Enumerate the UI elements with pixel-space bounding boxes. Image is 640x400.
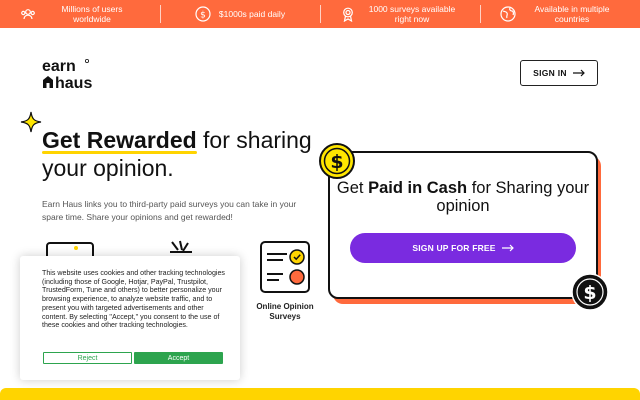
info-paid: $ $1000s paid daily: [160, 0, 320, 28]
sparkle-icon: [20, 111, 42, 133]
globe-icon: [500, 6, 516, 22]
earnhaus-logo[interactable]: earn haus: [42, 58, 106, 92]
survey-checklist-icon: [260, 241, 310, 293]
hero-headline: Get Rewarded for sharing your opinion.: [42, 126, 322, 182]
card-title-pre: Get: [336, 179, 369, 197]
feature-label-surveys: Online Opinion Surveys: [256, 302, 314, 321]
sign-up-free-button[interactable]: SIGN UP FOR FREE: [350, 233, 576, 263]
info-users-text: Millions of users worldwide: [61, 4, 123, 24]
card-title: Get Paid in Cash for Sharing your opinio…: [330, 179, 596, 215]
info-paid-text: $1000s paid daily: [218, 9, 286, 19]
arrow-right-icon: [572, 69, 585, 77]
info-countries-text: Available in multiple countries: [534, 4, 610, 24]
info-countries: Available in multiple countries: [480, 0, 640, 28]
dollar-coin-icon: $: [319, 143, 355, 179]
info-users: Millions of users worldwide: [0, 0, 160, 28]
svg-text:$: $: [583, 282, 596, 304]
sign-in-label: SIGN IN: [533, 68, 567, 78]
logo-line1: earn: [42, 58, 76, 75]
info-surveys: 1000 surveys available right now: [320, 0, 480, 28]
dollar-coin-dark-icon: $: [571, 273, 609, 311]
headline-bold: Get Rewarded: [42, 127, 197, 153]
reject-button[interactable]: Reject: [43, 352, 132, 364]
svg-text:$: $: [330, 151, 343, 173]
users-icon: [21, 9, 35, 20]
logo-line2: haus: [55, 75, 92, 90]
cookie-consent-banner: This website uses cookies and other trac…: [20, 256, 240, 380]
cta-label: SIGN UP FOR FREE: [412, 243, 496, 253]
logo-mark: earn haus: [42, 58, 92, 92]
info-surveys-text: 1000 surveys available right now: [368, 4, 456, 24]
card-title-bold: Paid in Cash: [368, 179, 468, 197]
accept-button[interactable]: Accept: [134, 352, 223, 364]
cookie-text: This website uses cookies and other trac…: [42, 269, 225, 330]
dollar-coin-icon: $: [195, 6, 211, 22]
signup-card: Get Paid in Cash for Sharing your opinio…: [328, 151, 598, 299]
sign-in-button[interactable]: SIGN IN: [520, 60, 598, 86]
award-badge-icon: [343, 7, 353, 22]
hero-description: Earn Haus links you to third-party paid …: [42, 199, 297, 222]
bottom-band: [0, 388, 640, 400]
top-info-bar: Millions of users worldwide $ $1000s pai…: [0, 0, 640, 28]
arrow-right-icon: [501, 244, 514, 252]
svg-text:$: $: [200, 10, 206, 20]
